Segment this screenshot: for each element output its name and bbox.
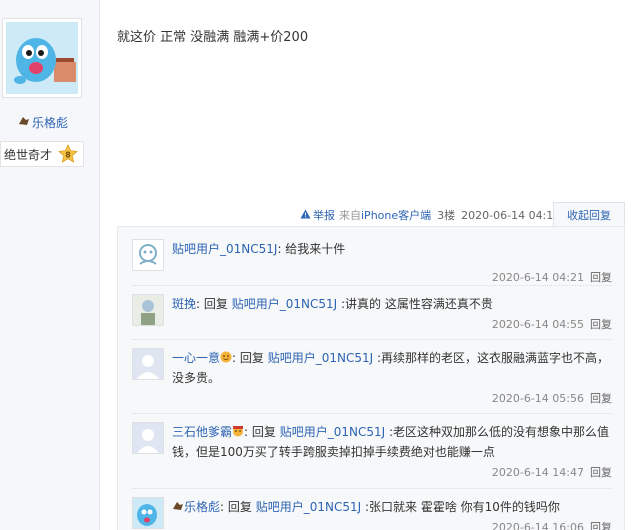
reply-meta: 2020-6-14 16:06 回复 bbox=[492, 519, 612, 530]
reply-button[interactable]: 回复 bbox=[590, 521, 612, 530]
post-time: 2020-06-14 04:12 bbox=[461, 208, 561, 222]
warning-icon bbox=[300, 209, 311, 222]
author-name-text: 乐格彪 bbox=[32, 116, 69, 130]
reply-author[interactable]: 三石他爹霸 bbox=[172, 425, 232, 439]
reply-target[interactable]: 贴吧用户_01NC51J bbox=[280, 425, 385, 439]
report-label: 举报 bbox=[313, 209, 335, 222]
collapse-replies-button[interactable]: 收起回复 bbox=[553, 202, 625, 227]
reply-content: : 给我来十件 bbox=[277, 242, 346, 256]
reply-avatar[interactable] bbox=[132, 239, 164, 271]
reply-author[interactable]: 贴吧用户_01NC51J bbox=[172, 242, 277, 256]
source-link[interactable]: iPhone客户端 bbox=[361, 209, 431, 222]
user-badge-icon bbox=[18, 115, 30, 130]
reply-list: 贴吧用户_01NC51J: 给我来十件 2020-6-14 04:21 回复 斑挽… bbox=[117, 226, 625, 530]
smile-emoji-icon bbox=[220, 349, 232, 363]
reply-author[interactable]: 斑挽 bbox=[172, 297, 196, 311]
reply-button[interactable]: 回复 bbox=[590, 318, 612, 331]
post-body: 就这价 正常 没融满 融满+价200 bbox=[117, 30, 309, 45]
list-item: 斑挽: 回复 贴吧用户_01NC51J :讲真的 这属性容满还真不贵 2020-… bbox=[132, 294, 612, 342]
reply-text: 一心一意: 回复 贴吧用户_01NC51J :再续那样的老区，这衣服融满蓝字也不… bbox=[172, 348, 612, 388]
face-emoji-icon bbox=[232, 423, 244, 437]
list-item: 一心一意: 回复 贴吧用户_01NC51J :再续那样的老区，这衣服融满蓝字也不… bbox=[132, 348, 612, 410]
post-floor: 3楼 bbox=[437, 209, 456, 222]
reply-divider bbox=[132, 339, 612, 340]
reply-divider bbox=[132, 285, 612, 286]
reply-button[interactable]: 回复 bbox=[590, 271, 612, 284]
user-badge-icon bbox=[172, 498, 184, 510]
author-level[interactable]: 绝世奇才 8 bbox=[0, 141, 84, 167]
list-item: 乐格彪: 回复 贴吧用户_01NC51J :张口就来 霍霍啥 你有10件的钱吗你… bbox=[132, 497, 612, 530]
reply-text: 斑挽: 回复 贴吧用户_01NC51J :讲真的 这属性容满还真不贵 bbox=[172, 294, 612, 314]
reply-time: 2020-6-14 04:21 bbox=[491, 271, 584, 284]
reply-target[interactable]: 贴吧用户_01NC51J bbox=[268, 351, 373, 365]
reply-target[interactable]: 贴吧用户_01NC51J bbox=[256, 500, 361, 514]
reply-meta: 2020-6-14 04:21 回复 bbox=[492, 269, 612, 285]
reply-button[interactable]: 回复 bbox=[590, 392, 612, 405]
reply-content: :讲真的 这属性容满还真不贵 bbox=[337, 297, 493, 311]
source-prefix: 来自 bbox=[339, 209, 361, 222]
list-item: 贴吧用户_01NC51J: 给我来十件 2020-6-14 04:21 回复 bbox=[132, 239, 612, 287]
reply-author[interactable]: 乐格彪 bbox=[184, 500, 220, 514]
reply-word: : 回复 bbox=[232, 351, 268, 365]
level-title: 绝世奇才 bbox=[4, 147, 53, 162]
level-star-icon: 8 bbox=[58, 144, 78, 164]
reply-text: 三石他爹霸: 回复 贴吧用户_01NC51J :老区这种双加那么低的没有想象中那… bbox=[172, 422, 612, 462]
reply-time: 2020-6-14 05:56 bbox=[491, 392, 584, 405]
reply-divider bbox=[132, 413, 612, 414]
reply-time: 2020-6-14 04:55 bbox=[491, 318, 584, 331]
reply-divider bbox=[132, 488, 612, 489]
reply-avatar[interactable] bbox=[132, 422, 164, 454]
reply-meta: 2020-6-14 05:56 回复 bbox=[492, 390, 612, 406]
reply-avatar[interactable] bbox=[132, 294, 164, 326]
reply-content: :张口就来 霍霍啥 你有10件的钱吗你 bbox=[361, 500, 560, 514]
reply-author[interactable]: 一心一意 bbox=[172, 351, 220, 365]
reply-word: : 回复 bbox=[244, 425, 280, 439]
list-item: 三石他爹霸: 回复 贴吧用户_01NC51J :老区这种双加那么低的没有想象中那… bbox=[132, 422, 612, 484]
reply-word: : 回复 bbox=[196, 297, 232, 311]
reply-avatar[interactable] bbox=[132, 348, 164, 380]
post-meta: 举报 来自iPhone客户端 3楼 2020-06-14 04:12 bbox=[300, 207, 560, 223]
reply-avatar[interactable] bbox=[132, 497, 164, 529]
report-link[interactable]: 举报 bbox=[300, 207, 335, 223]
reply-target[interactable]: 贴吧用户_01NC51J bbox=[232, 297, 337, 311]
author-avatar[interactable] bbox=[2, 18, 82, 98]
reply-meta: 2020-6-14 14:47 回复 bbox=[492, 464, 612, 480]
reply-text: 贴吧用户_01NC51J: 给我来十件 bbox=[172, 239, 612, 259]
reply-time: 2020-6-14 16:06 bbox=[491, 521, 584, 530]
reply-button[interactable]: 回复 bbox=[590, 466, 612, 479]
reply-time: 2020-6-14 14:47 bbox=[491, 466, 584, 479]
level-number: 8 bbox=[65, 151, 71, 160]
post-source: 来自iPhone客户端 bbox=[339, 207, 431, 223]
author-sidebar: 乐格彪 绝世奇才 8 bbox=[0, 0, 100, 530]
reply-word: : 回复 bbox=[220, 500, 256, 514]
reply-meta: 2020-6-14 04:55 回复 bbox=[492, 316, 612, 332]
author-name[interactable]: 乐格彪 bbox=[18, 114, 68, 131]
reply-text: 乐格彪: 回复 贴吧用户_01NC51J :张口就来 霍霍啥 你有10件的钱吗你 bbox=[172, 497, 612, 517]
cartoon-avatar-image bbox=[6, 22, 78, 94]
